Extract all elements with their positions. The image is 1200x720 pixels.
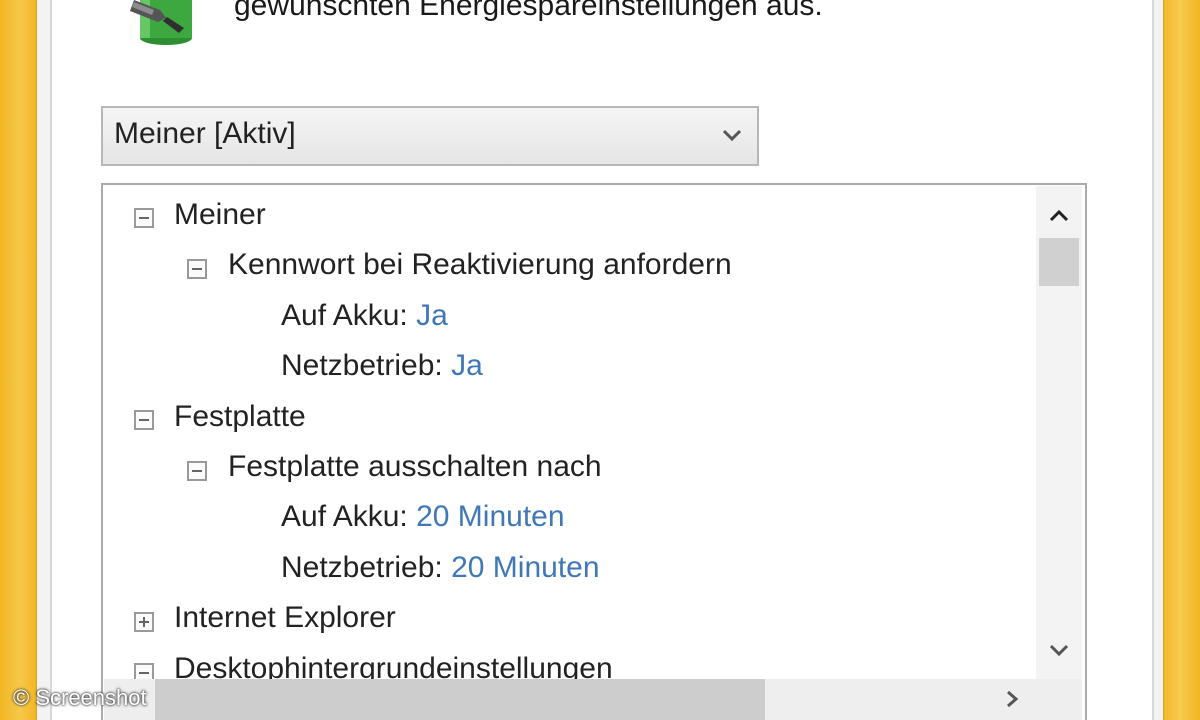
disk-plugged-value-link[interactable]: 20 Minuten <box>451 551 599 584</box>
plugged-label: Netzbetrieb: <box>281 349 443 382</box>
minus-box-icon[interactable] <box>187 461 207 481</box>
screenshot-watermark: © Screenshot <box>13 685 147 710</box>
battery-value-link[interactable]: Ja <box>416 299 448 332</box>
horizontal-scroll-thumb[interactable] <box>155 679 765 720</box>
battery-label: Auf Akku: <box>281 299 408 332</box>
minus-box-icon[interactable] <box>134 410 154 430</box>
setting-plugged-row: Netzbetrieb: Ja <box>281 348 483 384</box>
tree-node-password-on-wake[interactable]: Kennwort bei Reaktivierung anfordern <box>228 247 732 283</box>
plugged-value-link[interactable]: Ja <box>451 349 483 382</box>
tree-node-disk-timeout[interactable]: Festplatte ausschalten nach <box>228 449 602 485</box>
plus-box-icon[interactable] <box>134 612 154 632</box>
disk-battery-row: Auf Akku: 20 Minuten <box>281 499 565 535</box>
disk-battery-value-link[interactable]: 20 Minuten <box>416 500 564 533</box>
tree-node-plan[interactable]: Meiner <box>174 197 266 233</box>
vertical-scrollbar[interactable] <box>1036 186 1082 679</box>
disk-plugged-label: Netzbetrieb: <box>281 551 443 584</box>
power-plug-battery-icon <box>130 0 192 45</box>
power-plan-select[interactable]: Meiner [Aktiv] <box>101 106 759 166</box>
tree-node-disk[interactable]: Festplatte <box>174 399 306 435</box>
disk-battery-label: Auf Akku: <box>281 500 408 533</box>
scroll-up-icon[interactable] <box>1045 204 1073 228</box>
scroll-down-icon[interactable] <box>1045 638 1073 662</box>
horizontal-scrollbar[interactable] <box>104 679 1082 720</box>
vertical-scroll-thumb[interactable] <box>1039 238 1079 286</box>
chevron-down-icon <box>722 129 742 142</box>
window-frame-right <box>1162 0 1200 720</box>
minus-box-icon[interactable] <box>187 259 207 279</box>
power-plan-select-value: Meiner [Aktiv] <box>114 117 296 150</box>
setting-battery-row: Auf Akku: Ja <box>281 298 448 334</box>
scroll-right-icon[interactable] <box>998 687 1026 711</box>
minus-box-icon[interactable] <box>134 208 154 228</box>
tree-node-internet-explorer[interactable]: Internet Explorer <box>174 600 396 636</box>
intro-text: gewünschten Energiespareinstellungen aus… <box>234 0 823 22</box>
advanced-settings-tree[interactable]: Meiner Kennwort bei Reaktivierung anford… <box>101 183 1087 720</box>
disk-plugged-row: Netzbetrieb: 20 Minuten <box>281 550 600 586</box>
